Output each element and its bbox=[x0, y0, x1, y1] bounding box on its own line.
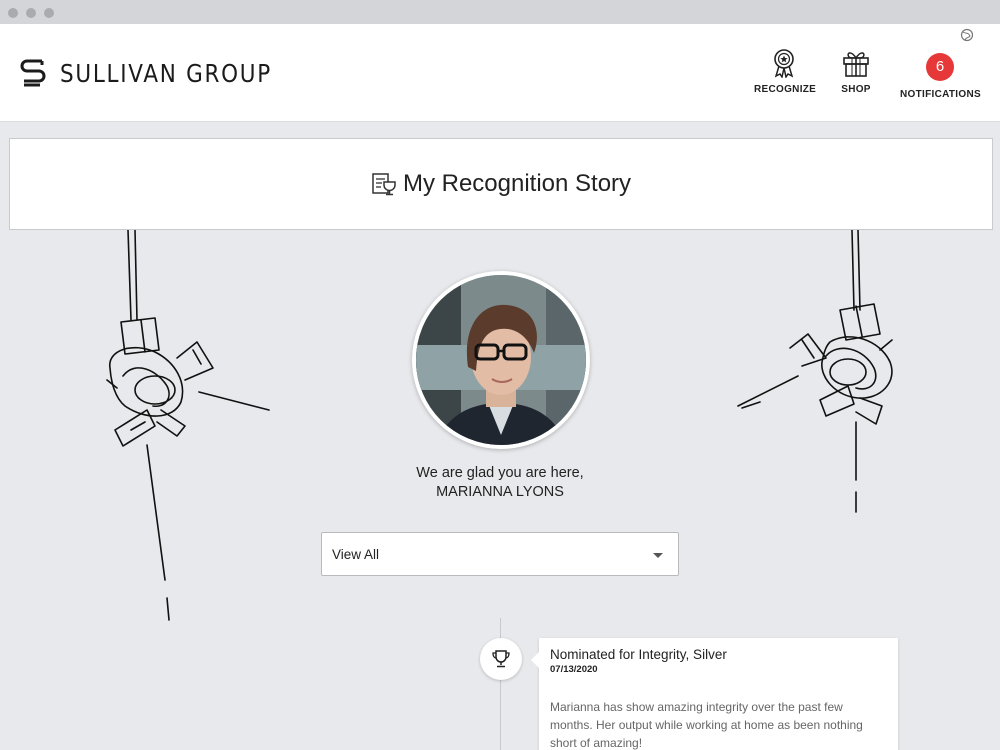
nav-shop[interactable]: SHOP bbox=[836, 48, 876, 95]
nav-label: NOTIFICATIONS bbox=[900, 89, 981, 100]
spotlight-left-illustration bbox=[106, 230, 270, 621]
sullivan-s-logo-icon bbox=[20, 59, 46, 87]
gift-icon bbox=[843, 52, 869, 77]
brand[interactable]: SULLIVAN GROUP bbox=[20, 57, 306, 89]
page-title: My Recognition Story bbox=[402, 170, 632, 197]
event-body: Marianna has show amazing integrity over… bbox=[550, 700, 863, 750]
chevron-down-icon bbox=[653, 553, 663, 558]
user-name: MARIANNA LYONS bbox=[436, 484, 564, 500]
event-title: Nominated for Integrity, Silver bbox=[550, 647, 727, 662]
profile-avatar[interactable] bbox=[412, 271, 590, 449]
event-date: 07/13/2020 bbox=[550, 664, 598, 675]
window-close-dot[interactable] bbox=[8, 8, 18, 18]
select-value: View All bbox=[332, 547, 380, 562]
window-maximize-dot[interactable] bbox=[44, 8, 54, 18]
globe-icon[interactable] bbox=[960, 28, 974, 42]
nav-recognize[interactable]: RECOGNIZE bbox=[754, 48, 817, 95]
trophy-icon bbox=[492, 650, 510, 668]
app-header: SULLIVAN GROUP RECOGNIZE SHOP 6 NOTIFICA… bbox=[0, 24, 1000, 122]
spotlight-right-illustration bbox=[737, 230, 893, 513]
window-minimize-dot[interactable] bbox=[26, 8, 36, 18]
notification-badge: 6 bbox=[926, 53, 954, 81]
timeline-node bbox=[480, 638, 522, 680]
page-title-card: My Recognition Story bbox=[9, 138, 993, 230]
story-filter-select[interactable]: View All bbox=[321, 532, 679, 576]
avatar-portrait bbox=[416, 275, 586, 445]
nav-label: RECOGNIZE bbox=[754, 84, 817, 95]
ribbon-award-icon bbox=[774, 49, 794, 78]
browser-chrome bbox=[0, 0, 1000, 24]
welcome-message: We are glad you are here, MARIANNA LYONS bbox=[300, 464, 700, 502]
timeline-event-card[interactable]: Nominated for Integrity, Silver 07/13/20… bbox=[531, 638, 898, 750]
brand-name: SULLIVAN GROUP bbox=[60, 58, 272, 88]
welcome-greeting: We are glad you are here, bbox=[416, 465, 584, 481]
certificate-trophy-icon bbox=[372, 173, 396, 196]
nav-notifications[interactable]: 6 NOTIFICATIONS bbox=[900, 53, 981, 100]
nav-label: SHOP bbox=[841, 84, 871, 95]
